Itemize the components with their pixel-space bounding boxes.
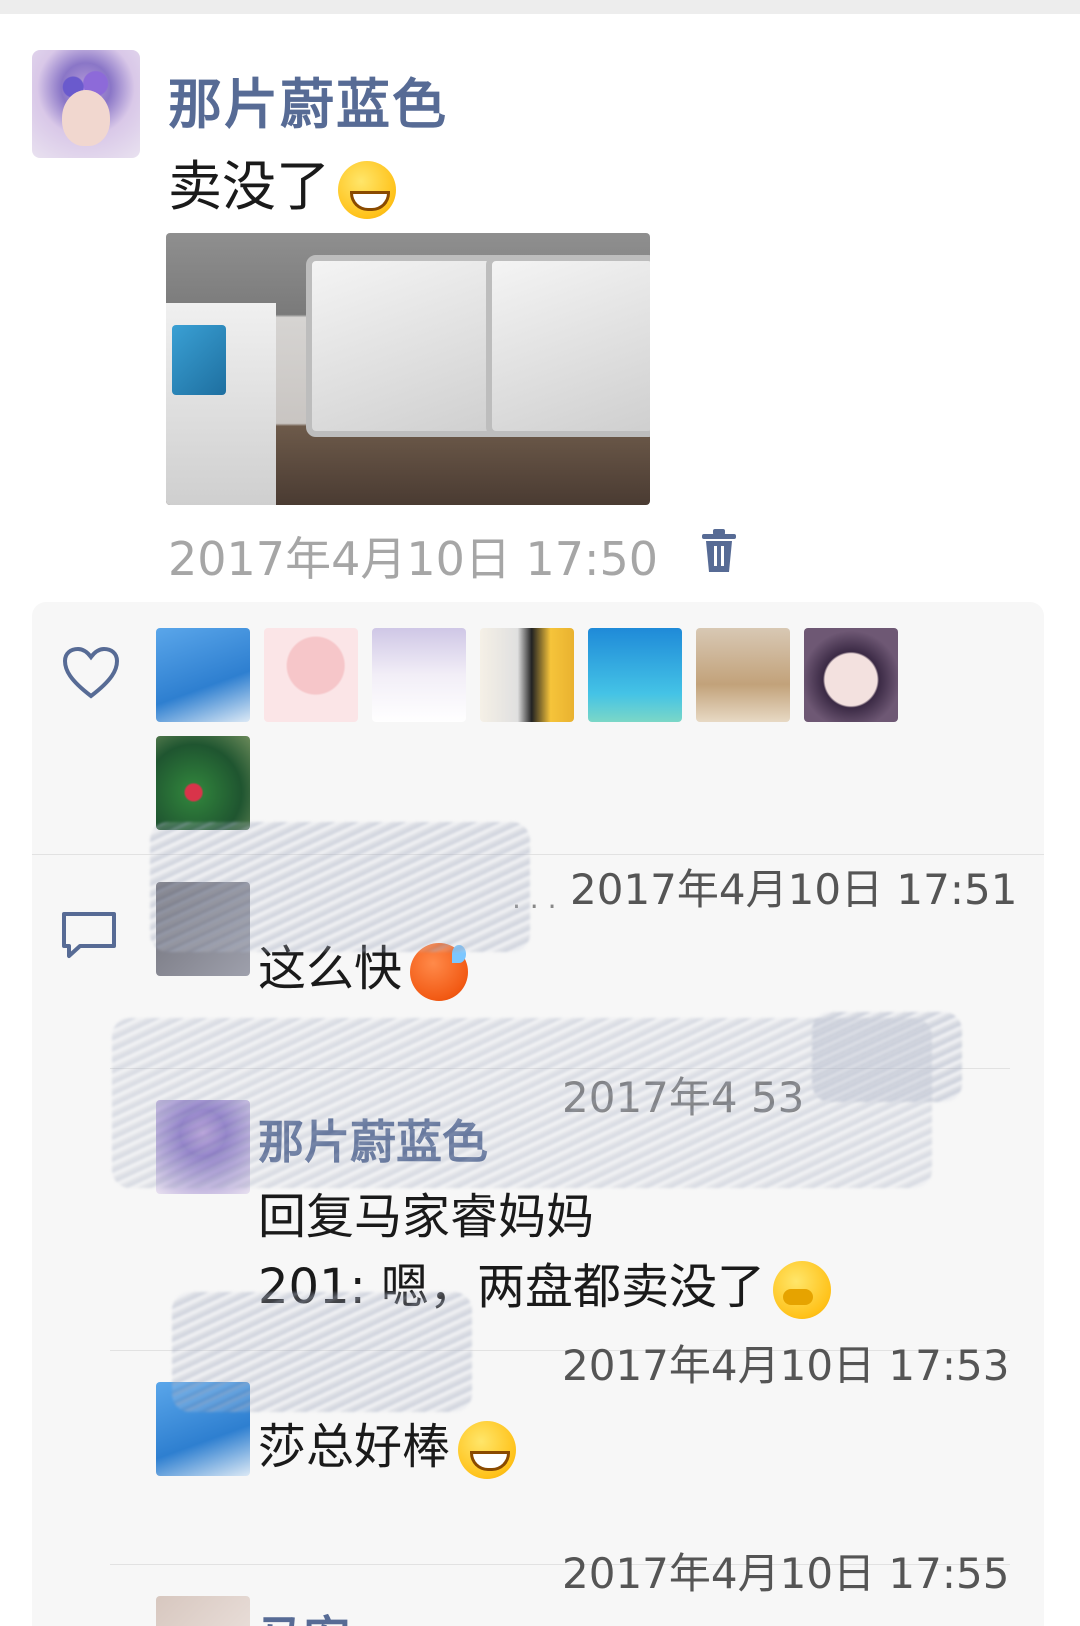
- like-avatar[interactable]: [480, 628, 574, 722]
- thinking-emoji-icon: [773, 1261, 832, 1319]
- grin-emoji-icon: [338, 161, 396, 220]
- redaction-scribble: [172, 1292, 472, 1412]
- comment-timestamp: 2017年4月10日 17:51: [570, 865, 1018, 914]
- like-avatar[interactable]: [156, 736, 250, 830]
- comment-timestamp: 2017年4月10日 17:55: [562, 1549, 1010, 1598]
- avatar-face: [62, 90, 110, 146]
- post-text: 卖没了: [168, 142, 396, 221]
- comment-author-name[interactable]: 马宏: [258, 1602, 350, 1626]
- post-author-name[interactable]: 那片蔚蓝色: [168, 60, 448, 139]
- comment-reply-line: 回复马家睿妈妈: [258, 1189, 595, 1245]
- redaction-scribble: [112, 1018, 932, 1188]
- grin-emoji-icon: [458, 1421, 517, 1479]
- trash-icon[interactable]: [700, 528, 738, 574]
- photo-tray-right: [486, 255, 650, 437]
- comment-avatar[interactable]: [156, 1596, 250, 1626]
- post-text-content: 卖没了: [168, 155, 330, 218]
- comment-text[interactable]: 莎总好棒: [258, 1412, 517, 1482]
- moments-post-page: 那片蔚蓝色 卖没了 2017年4月10日 17:50 . . . 2017年4月…: [0, 0, 1080, 1626]
- photo-cart-side: [166, 303, 276, 505]
- like-avatar[interactable]: [372, 628, 466, 722]
- like-avatar[interactable]: [156, 628, 250, 722]
- redaction-scribble: [150, 822, 530, 952]
- redaction-scribble: [812, 1012, 962, 1102]
- heart-icon: [62, 646, 120, 699]
- post-timestamp: 2017年4月10日 17:50: [168, 532, 659, 586]
- comment-text-content: 莎总好棒: [258, 1419, 451, 1475]
- post-photo[interactable]: [166, 233, 650, 505]
- like-avatar[interactable]: [804, 628, 898, 722]
- post-author-avatar[interactable]: [32, 50, 140, 158]
- top-divider-strip: [0, 0, 1080, 14]
- like-avatar[interactable]: [696, 628, 790, 722]
- comment-timestamp: 2017年4月10日 17:53: [562, 1341, 1010, 1390]
- interaction-panel: . . . 2017年4月10日 17:51 这么快 那片蔚蓝色 2017年4 …: [32, 602, 1044, 1626]
- photo-tray-left: [306, 255, 508, 437]
- like-avatar[interactable]: [264, 628, 358, 722]
- comment-icon: [62, 912, 116, 958]
- like-avatar[interactable]: [588, 628, 682, 722]
